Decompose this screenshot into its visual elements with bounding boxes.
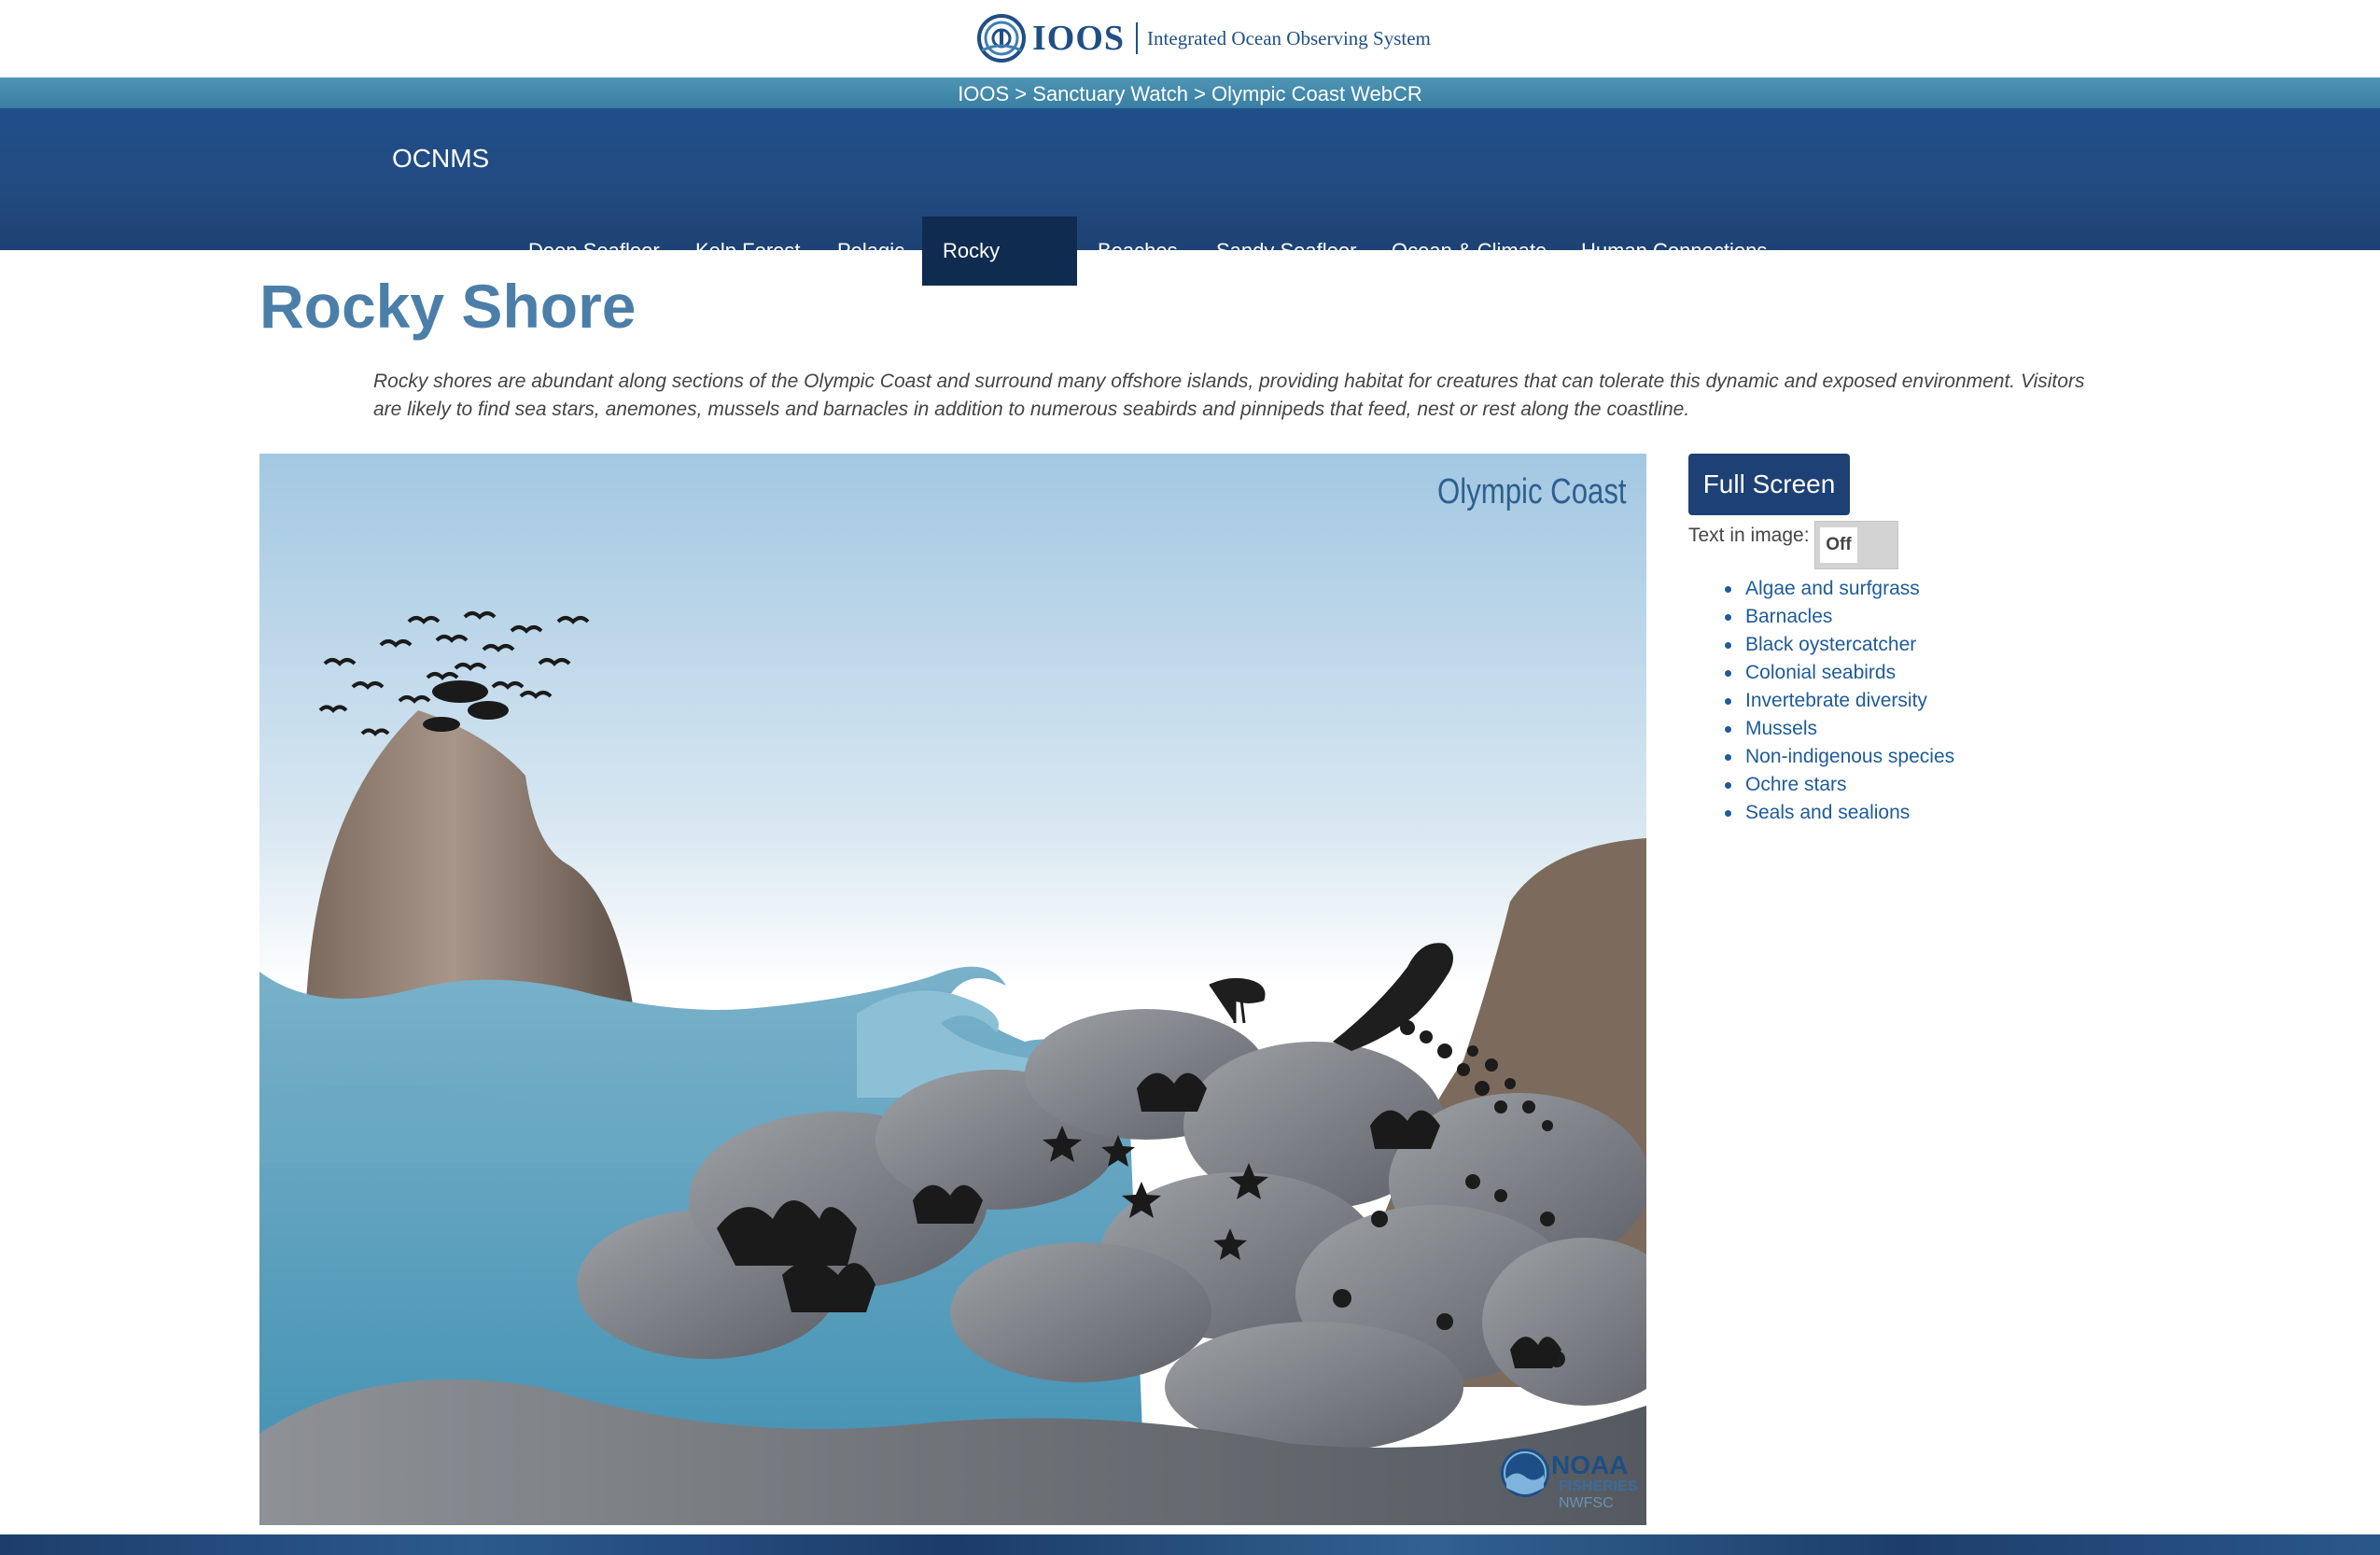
nav-item-beaches[interactable]: Beaches xyxy=(1077,217,1198,286)
species-link-ochre-stars[interactable]: Ochre stars xyxy=(1725,771,1954,799)
nav-item-kelp-forest[interactable]: Kelp Forest xyxy=(675,217,821,286)
species-link-algae[interactable]: Algae and surfgrass xyxy=(1725,575,1954,603)
main-nav: OCNMS Deep Seafloor Kelp Forest Pelagic … xyxy=(0,108,2380,331)
boulder xyxy=(950,1242,1211,1382)
species-list: Algae and surfgrass Barnacles Black oyst… xyxy=(1725,575,1954,827)
noaa-nwfsc-label: NWFSC xyxy=(1559,1495,1614,1511)
species-link-invertebrate-diversity[interactable]: Invertebrate diversity xyxy=(1725,687,1954,715)
ioos-wordmark: IOOS xyxy=(1032,19,1126,58)
species-link-black-oystercatcher[interactable]: Black oystercatcher xyxy=(1725,631,1954,659)
ioos-brand[interactable]: IOOS Integrated Ocean Observing System xyxy=(976,12,1431,64)
intro-paragraph: Rocky shores are abundant along sections… xyxy=(373,371,2085,420)
nav-item-rocky-shore[interactable]: Rocky Shore xyxy=(922,217,1077,331)
toggle-state: Off xyxy=(1820,527,1857,563)
species-link-mussels[interactable]: Mussels xyxy=(1725,715,1954,743)
ioos-globe-logo-icon xyxy=(977,14,1026,63)
rocky-shore-illustration[interactable] xyxy=(259,454,1646,1525)
species-link-non-indigenous-species[interactable]: Non-indigenous species xyxy=(1725,743,1954,771)
text-in-image-toggle[interactable]: Off xyxy=(1814,521,1898,569)
nav-item-ocean-climate[interactable]: Ocean & Climate xyxy=(1371,217,1567,286)
species-link-colonial-seabirds[interactable]: Colonial seabirds xyxy=(1725,659,1954,687)
nav-item-pelagic[interactable]: Pelagic xyxy=(817,217,925,286)
site-header: IOOS Integrated Ocean Observing System xyxy=(0,0,2380,77)
footer-band xyxy=(0,1534,2380,1555)
brand-divider xyxy=(1136,22,1139,54)
page-title: Rocky Shore xyxy=(259,272,637,341)
nav-item-human-connections[interactable]: Human Connections xyxy=(1561,217,1787,286)
noaa-wordmark: NOAA xyxy=(1551,1450,1629,1479)
nav-brand-ocnms[interactable]: OCNMS xyxy=(392,129,489,189)
species-link-barnacles[interactable]: Barnacles xyxy=(1725,603,1954,631)
noaa-fisheries-label: FISHERIES xyxy=(1559,1478,1638,1494)
nav-item-sandy-seafloor[interactable]: Sandy Seafloor xyxy=(1196,217,1377,286)
breadcrumb[interactable]: IOOS > Sanctuary Watch > Olympic Coast W… xyxy=(0,77,2380,108)
species-link-seals-and-sealions[interactable]: Seals and sealions xyxy=(1725,799,1954,827)
full-screen-button[interactable]: Full Screen xyxy=(1688,454,1850,515)
ioos-subtitle: Integrated Ocean Observing System xyxy=(1147,26,1431,49)
scene-caption: Olympic Coast xyxy=(1437,472,1627,511)
text-in-image-label: Text in image: xyxy=(1688,525,1810,546)
